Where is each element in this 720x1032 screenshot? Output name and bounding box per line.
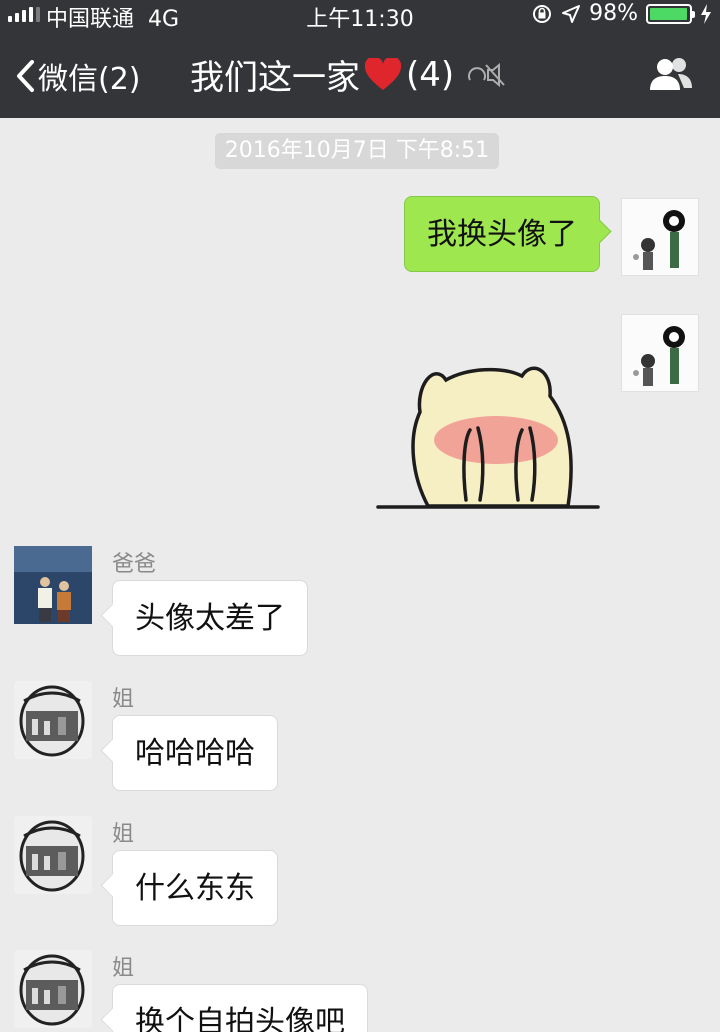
sender-name: 姐 — [112, 956, 135, 981]
my-avatar-image — [633, 210, 685, 270]
chevron-left-icon — [17, 60, 34, 92]
my-avatar[interactable] — [621, 314, 699, 392]
battery-level — [650, 7, 688, 20]
my-avatar-image — [633, 326, 685, 386]
member-count: (4) — [406, 54, 455, 95]
heart-icon — [364, 57, 402, 90]
sister-avatar-image — [19, 954, 85, 1026]
status-bar: 中国联通 4G 上午11:30 98% — [0, 0, 720, 32]
cat-blush — [434, 416, 558, 464]
rotation-lock-icon — [533, 4, 552, 23]
group-members-icon — [650, 58, 692, 90]
message-bubble-received[interactable]: 换个自拍头像吧 — [112, 984, 368, 1032]
message-bubble-sent[interactable]: 我换头像了 — [404, 196, 600, 272]
location-arrow-icon — [562, 4, 581, 23]
message-timestamp: 2016年10月7日 下午8:51 — [215, 133, 499, 169]
sister-avatar-image — [19, 685, 85, 757]
blushing-cat-sticker[interactable] — [372, 350, 604, 516]
sender-name: 姐 — [112, 687, 135, 712]
message-bubble-received[interactable]: 什么东东 — [112, 850, 278, 926]
back-label: 微信(2) — [38, 62, 141, 97]
dad-avatar-image — [14, 546, 92, 624]
sender-avatar-dad[interactable] — [14, 546, 92, 624]
battery-percent: 98% — [589, 1, 638, 26]
sister-avatar-image — [19, 820, 85, 892]
top-bar: 中国联通 4G 上午11:30 98% 微信(2) 我们这一家 (4) — [0, 0, 720, 118]
sender-avatar-sister[interactable] — [14, 816, 92, 894]
status-right: 98% — [531, 1, 712, 26]
sender-name: 姐 — [112, 822, 135, 847]
nav-bar: 微信(2) 我们这一家 (4) — [0, 40, 720, 110]
battery-icon — [646, 3, 695, 24]
back-button[interactable]: 微信(2) — [14, 54, 141, 98]
group-name: 我们这一家 — [190, 58, 360, 98]
sender-avatar-sister[interactable] — [14, 681, 92, 759]
sender-avatar-sister[interactable] — [14, 950, 92, 1028]
mute-icon — [468, 62, 505, 87]
chat-title: 我们这一家 (4) — [190, 50, 506, 99]
message-bubble-received[interactable]: 头像太差了 — [112, 580, 308, 656]
sender-name: 爸爸 — [112, 552, 157, 577]
charging-bolt-icon — [701, 3, 711, 24]
group-members-button[interactable] — [648, 56, 694, 96]
message-bubble-received[interactable]: 哈哈哈哈 — [112, 715, 278, 791]
my-avatar[interactable] — [621, 198, 699, 276]
